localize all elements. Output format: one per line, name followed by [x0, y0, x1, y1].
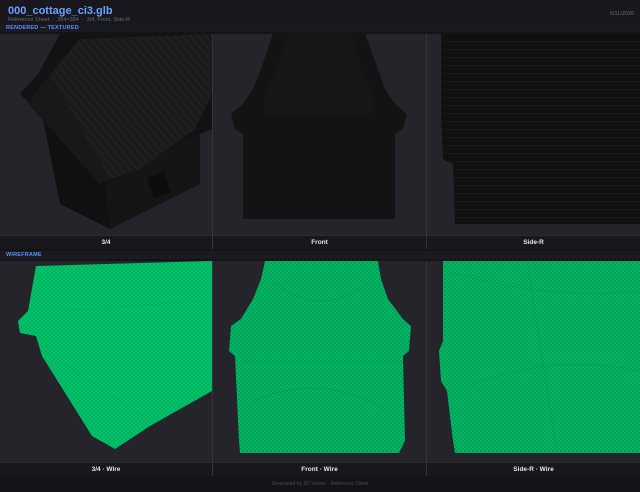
wireframe-section-label: WIREFRAME: [6, 252, 42, 258]
panel-divider: [212, 34, 213, 249]
view-caption: 3/4: [101, 239, 111, 246]
view-caption: Front · Wire: [301, 466, 338, 473]
caption-bar: 3/4 · Wire: [0, 462, 212, 476]
wireframe-view-front[interactable]: [213, 261, 426, 462]
panel-divider: [426, 34, 427, 249]
sheet-footer: Generated by 3D Viewer · Reference Sheet: [0, 476, 640, 492]
view-caption: Front: [311, 239, 328, 246]
sheet-date: 6/11/2026: [609, 11, 634, 17]
panel-divider: [426, 261, 427, 476]
wireframe-view-3-4[interactable]: [0, 261, 212, 462]
view-caption: Side-R · Wire: [513, 466, 554, 473]
rendered-view-side-r[interactable]: [427, 34, 640, 235]
wireframe-section-band: [0, 251, 640, 259]
caption-bar: Front · Wire: [213, 462, 426, 476]
caption-bar: Side-R · Wire: [427, 462, 640, 476]
panel-divider: [212, 261, 213, 476]
wireframe-view-side-r[interactable]: [427, 261, 640, 462]
rendered-section-band: [0, 24, 640, 32]
footer-text: Generated by 3D Viewer · Reference Sheet: [271, 481, 369, 487]
sheet-subtitle: Reference Sheet · 384×384 · 3/4, Front, …: [8, 17, 131, 23]
rendered-view-3-4[interactable]: [0, 34, 212, 235]
caption-bar: Front: [213, 235, 426, 249]
rendered-view-front[interactable]: [213, 34, 426, 235]
view-caption: 3/4 · Wire: [91, 466, 121, 473]
sheet-header: 000_cottage_ci3.glb Reference Sheet · 38…: [0, 0, 640, 24]
file-title: 000_cottage_ci3.glb: [8, 5, 113, 17]
view-caption: Side-R: [523, 239, 544, 246]
caption-bar: Side-R: [427, 235, 640, 249]
rendered-section-label: RENDERED — TEXTURED: [6, 25, 79, 31]
caption-bar: 3/4: [0, 235, 212, 249]
